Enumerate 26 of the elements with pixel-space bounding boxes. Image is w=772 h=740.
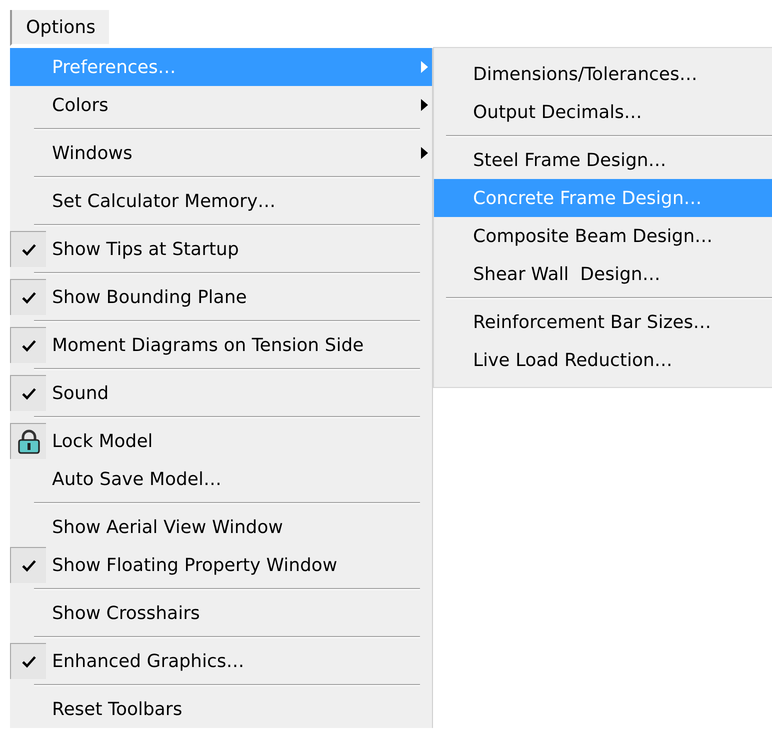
submenu-arrow-icon [421, 61, 428, 73]
menu-item[interactable]: Show Crosshairs [10, 594, 432, 632]
submenu-arrow-icon [421, 99, 428, 111]
menu-bar-item[interactable]: Options [10, 10, 110, 46]
menu-item[interactable]: Colors [10, 86, 432, 124]
menu-item[interactable]: Show Aerial View Window [10, 508, 432, 546]
menu-item[interactable]: Steel Frame Design… [434, 141, 772, 179]
menu-item[interactable]: Show Tips at Startup [10, 230, 432, 268]
menu-item[interactable]: Enhanced Graphics… [10, 642, 432, 680]
menu-item[interactable]: Shear Wall Design… [434, 255, 772, 293]
menu-item[interactable]: Set Calculator Memory… [10, 182, 432, 220]
menu-item[interactable]: Moment Diagrams on Tension Side [10, 326, 432, 364]
menu-item[interactable]: Live Load Reduction… [434, 341, 772, 379]
menu-item[interactable]: Reset Toolbars [10, 690, 432, 728]
padlock-icon [16, 428, 40, 454]
submenu-arrow-icon [421, 147, 428, 159]
menu-item[interactable]: Reinforcement Bar Sizes… [434, 303, 772, 341]
menu-item[interactable]: Windows [10, 134, 432, 172]
menu-item[interactable]: Show Bounding Plane [10, 278, 432, 316]
menu-item[interactable]: Output Decimals… [434, 93, 772, 131]
menu-item[interactable]: Dimensions/Tolerances… [434, 55, 772, 93]
menu-item[interactable]: Composite Beam Design… [434, 217, 772, 255]
menu-item[interactable]: Sound [10, 374, 432, 412]
menu-item[interactable]: Show Floating Property Window [10, 546, 432, 584]
menu-item[interactable]: Auto Save Model… [10, 460, 432, 498]
menu-item[interactable]: Lock Model [10, 422, 432, 460]
